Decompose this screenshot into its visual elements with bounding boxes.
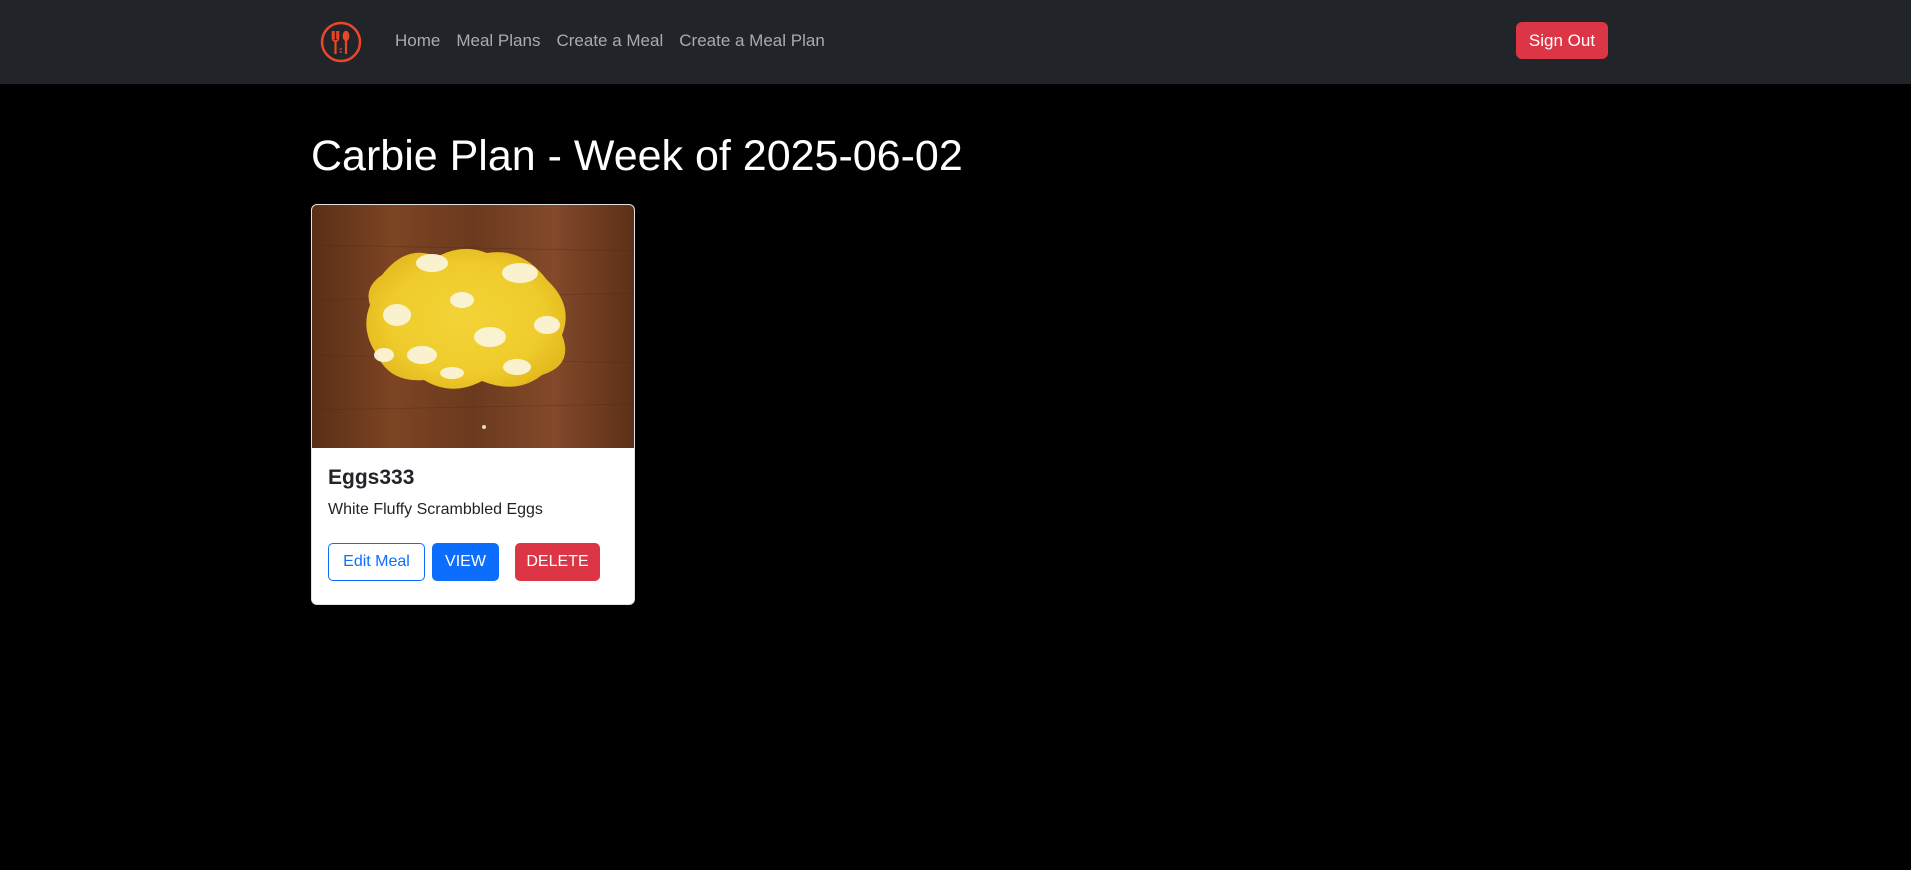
meal-card: Eggs333 White Fluffy Scrambbled Eggs Edi…	[311, 204, 635, 605]
nav-link-home[interactable]: Home	[395, 29, 440, 53]
meal-description: White Fluffy Scrambbled Eggs	[328, 501, 543, 518]
nav-links: Home Meal Plans Create a Meal Create a M…	[395, 29, 825, 53]
nav-link-create-meal-plan[interactable]: Create a Meal Plan	[679, 29, 825, 53]
fork-spoon-logo-icon[interactable]	[320, 21, 362, 63]
page-title: Carbie Plan - Week of 2025-06-02	[311, 132, 963, 180]
nav-link-meal-plans[interactable]: Meal Plans	[456, 29, 540, 53]
meal-title: Eggs333	[328, 466, 415, 489]
delete-meal-button[interactable]: DELETE	[515, 543, 600, 581]
top-navbar: Home Meal Plans Create a Meal Create a M…	[0, 0, 1911, 84]
sign-out-button[interactable]: Sign Out	[1516, 22, 1608, 59]
edit-meal-button[interactable]: Edit Meal	[328, 543, 425, 581]
scrambled-eggs-image	[312, 205, 634, 448]
view-meal-button[interactable]: VIEW	[432, 543, 499, 581]
nav-link-create-meal[interactable]: Create a Meal	[556, 29, 663, 53]
